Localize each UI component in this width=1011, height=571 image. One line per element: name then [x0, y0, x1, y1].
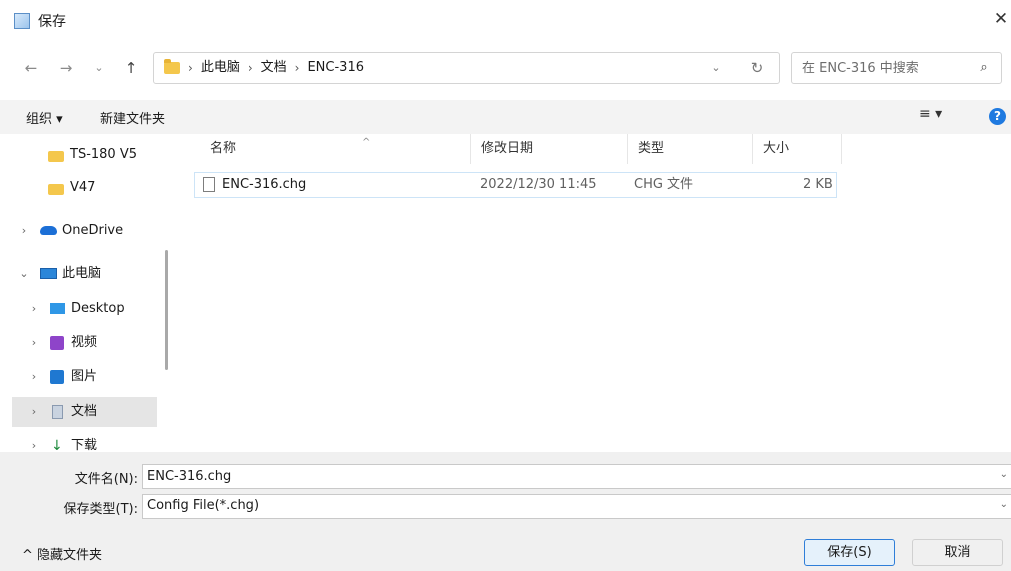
window-title: 保存: [38, 14, 66, 30]
filetype-dropdown-icon[interactable]: ⌄: [1000, 499, 1008, 510]
video-icon: [50, 336, 64, 350]
breadcrumb-current-folder[interactable]: ENC-316: [307, 53, 364, 83]
recent-locations-chevron-icon[interactable]: ⌄: [88, 57, 110, 79]
search-icon[interactable]: ⌕: [975, 59, 993, 77]
pictures-icon: [50, 370, 64, 384]
column-header-label: 类型: [638, 141, 665, 156]
cancel-button[interactable]: 取消: [912, 539, 1003, 566]
navigation-scrollbar[interactable]: [165, 250, 168, 370]
nav-item-label: 文档: [71, 404, 98, 419]
desktop-icon: [50, 303, 65, 314]
filename-dropdown-icon[interactable]: ⌄: [1000, 469, 1008, 480]
command-bar: 组织 ▾ 新建文件夹 ≡ ▾ ?: [0, 100, 1011, 134]
documents-icon: [52, 405, 63, 419]
navigation-pane: TS-180 V5 V47 › OneDrive ⌄ 此电脑 › Desktop…: [0, 134, 175, 452]
nav-item-label: Desktop: [71, 301, 125, 316]
nav-item-ts-180-v5[interactable]: TS-180 V5: [12, 140, 157, 170]
file-fields: 文件名(N): ⌄ 保存类型(T): Config File(*.chg) ⌄: [0, 452, 1011, 522]
nav-item-downloads[interactable]: › ↓ 下载: [12, 431, 157, 452]
file-icon: [203, 177, 215, 192]
filename-field[interactable]: ⌄: [142, 464, 1011, 489]
expand-chevron-icon[interactable]: ›: [28, 294, 40, 324]
folder-icon: [48, 151, 64, 162]
expand-chevron-icon[interactable]: ›: [28, 431, 40, 452]
organize-button[interactable]: 组织 ▾: [26, 108, 63, 127]
nav-item-documents[interactable]: › 文档: [12, 397, 157, 427]
filetype-value: Config File(*.chg): [147, 498, 260, 513]
expand-chevron-icon[interactable]: ›: [28, 397, 40, 427]
file-list: 名称 ^ 修改日期 类型 大小 ENC-316.chg 2022/12/30 1…: [175, 134, 1011, 452]
cloud-icon: [40, 226, 57, 235]
nav-item-desktop[interactable]: › Desktop: [12, 294, 157, 324]
help-icon[interactable]: ?: [989, 108, 1006, 125]
folder-icon: [48, 184, 64, 195]
nav-item-label: OneDrive: [62, 223, 124, 238]
search-box[interactable]: ⌕: [791, 52, 1002, 84]
nav-item-label: 下载: [71, 438, 98, 452]
address-bar[interactable]: › 此电脑 › 文档 › ENC-316 ⌄ ↻: [153, 52, 780, 84]
breadcrumb: › 此电脑 › 文档 › ENC-316: [188, 53, 364, 83]
column-header-label: 大小: [763, 141, 790, 156]
file-name: ENC-316.chg: [222, 177, 307, 192]
collapse-chevron-icon[interactable]: ⌄: [18, 259, 30, 289]
column-header-label: 修改日期: [481, 141, 534, 156]
title-bar: 保存 ✕: [0, 0, 1011, 40]
refresh-icon[interactable]: ↻: [747, 58, 767, 78]
new-folder-button[interactable]: 新建文件夹: [100, 108, 165, 127]
app-icon: [14, 13, 30, 29]
filename-label: 文件名(N):: [74, 472, 138, 487]
save-button[interactable]: 保存(S): [804, 539, 895, 566]
sort-ascending-icon: ^: [362, 137, 371, 148]
forward-arrow-icon[interactable]: →: [55, 57, 77, 79]
file-size: 2 KB: [803, 177, 833, 192]
file-type: CHG 文件: [634, 177, 694, 192]
file-modified: 2022/12/30 11:45: [480, 177, 597, 192]
download-icon: ↓: [51, 438, 63, 452]
address-dropdown-icon[interactable]: ⌄: [707, 59, 725, 77]
filetype-label: 保存类型(T):: [63, 502, 138, 517]
close-icon[interactable]: ✕: [992, 8, 1010, 30]
expand-chevron-icon[interactable]: ›: [28, 328, 40, 358]
filename-input[interactable]: [147, 468, 967, 485]
nav-item-pictures[interactable]: › 图片: [12, 362, 157, 392]
file-row[interactable]: ENC-316.chg 2022/12/30 11:45 CHG 文件 2 KB: [194, 172, 837, 198]
nav-item-label: 此电脑: [62, 266, 102, 281]
breadcrumb-separator-icon: ›: [294, 61, 300, 75]
nav-item-label: 图片: [71, 369, 98, 384]
nav-item-videos[interactable]: › 视频: [12, 328, 157, 358]
navigation-row: ← → ⌄ ↑ › 此电脑 › 文档 › ENC-316 ⌄ ↻ ⌕: [0, 42, 1011, 94]
column-header-type[interactable]: 类型: [628, 134, 753, 164]
breadcrumb-separator-icon: ›: [188, 61, 193, 75]
column-header-modified[interactable]: 修改日期: [471, 134, 628, 164]
nav-item-this-pc[interactable]: ⌄ 此电脑: [12, 259, 157, 289]
folder-icon: [164, 59, 180, 74]
up-arrow-icon[interactable]: ↑: [120, 57, 142, 79]
breadcrumb-documents[interactable]: 文档: [261, 53, 287, 83]
column-header-name[interactable]: 名称 ^: [200, 134, 471, 164]
column-header-size[interactable]: 大小: [753, 134, 842, 164]
dialog-footer: ^ 隐藏文件夹 保存(S) 取消: [0, 522, 1011, 571]
breadcrumb-this-pc[interactable]: 此电脑: [201, 53, 240, 83]
nav-item-label: 视频: [71, 335, 98, 350]
nav-item-label: V47: [70, 180, 96, 195]
expand-chevron-icon[interactable]: ›: [18, 216, 30, 246]
nav-item-onedrive[interactable]: › OneDrive: [12, 216, 157, 246]
view-options-icon[interactable]: ≡ ▾: [919, 106, 942, 122]
breadcrumb-separator-icon: ›: [247, 61, 253, 75]
filetype-select[interactable]: Config File(*.chg) ⌄: [142, 494, 1011, 519]
back-arrow-icon[interactable]: ←: [20, 57, 42, 79]
column-header-label: 名称: [210, 141, 237, 156]
computer-icon: [40, 268, 57, 279]
nav-item-label: TS-180 V5: [70, 147, 137, 162]
hide-folders-toggle[interactable]: ^ 隐藏文件夹: [22, 544, 102, 563]
expand-chevron-icon[interactable]: ›: [28, 362, 40, 392]
search-input[interactable]: [802, 59, 962, 77]
nav-item-v47[interactable]: V47: [12, 173, 157, 203]
